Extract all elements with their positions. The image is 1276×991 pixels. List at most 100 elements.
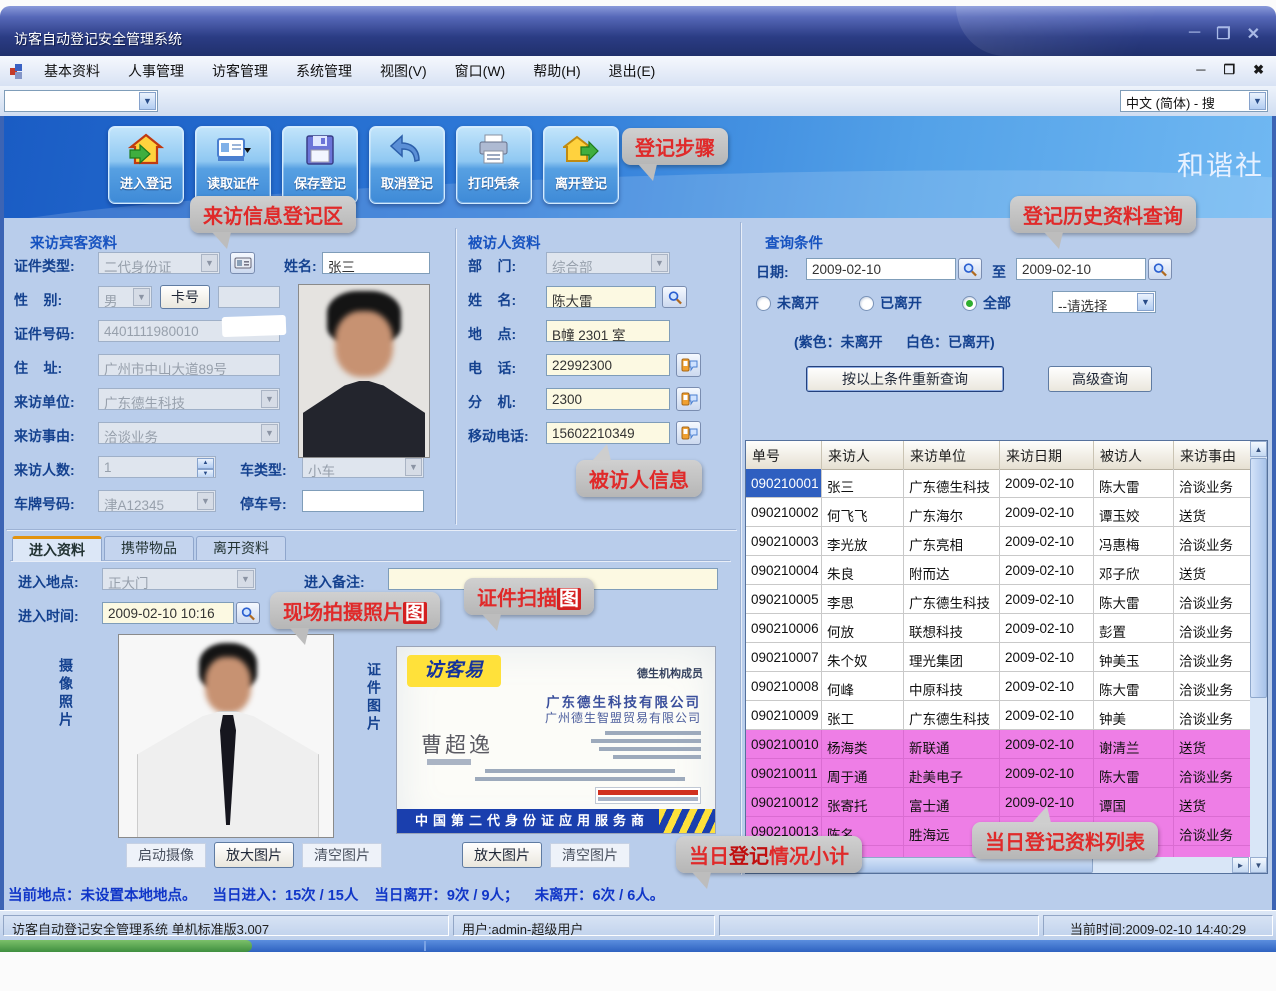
- start-camera-button[interactable]: 启动摄像: [126, 843, 206, 868]
- visitor-name-input[interactable]: 张三: [322, 252, 430, 274]
- table-cell[interactable]: 张寄托: [822, 788, 904, 817]
- ext-input[interactable]: 2300: [546, 388, 670, 410]
- table-cell[interactable]: 陈大雷: [1094, 672, 1174, 701]
- table-cell[interactable]: 2009-02-10: [1000, 585, 1094, 614]
- visitor-count-stepper[interactable]: 1▲▼: [98, 456, 216, 478]
- table-row[interactable]: 090210011周于通赴美电子2009-02-10陈大雷洽谈业务: [746, 759, 1252, 788]
- table-cell[interactable]: 090210006: [746, 614, 822, 643]
- cert-type-combo[interactable]: 二代身份证▼: [98, 252, 220, 274]
- table-cell[interactable]: 2009-02-10: [1000, 759, 1094, 788]
- table-cell[interactable]: 何飞飞: [822, 498, 904, 527]
- table-cell[interactable]: 090210007: [746, 643, 822, 672]
- table-cell[interactable]: 谭玉姣: [1094, 498, 1174, 527]
- zoom-photo-button[interactable]: 放大图片: [214, 842, 294, 868]
- call-phone-button[interactable]: [676, 353, 701, 377]
- toolbar-button-读取证件[interactable]: 读取证件: [195, 126, 271, 204]
- search-person-button[interactable]: [662, 286, 687, 308]
- table-cell[interactable]: 090210012: [746, 788, 822, 817]
- table-cell[interactable]: 090210002: [746, 498, 822, 527]
- date-to-picker-button[interactable]: [1148, 258, 1172, 280]
- table-cell[interactable]: 邓子欣: [1094, 556, 1174, 585]
- scroll-thumb[interactable]: [1250, 458, 1267, 698]
- menu-item[interactable]: 帮助(H): [519, 61, 594, 81]
- table-cell[interactable]: 洽谈业务: [1174, 527, 1252, 556]
- table-cell[interactable]: 冯惠梅: [1094, 527, 1174, 556]
- table-cell[interactable]: 杨海类: [822, 730, 904, 759]
- date-to-input[interactable]: 2009-02-10: [1016, 258, 1146, 280]
- toolbar-button-保存登记[interactable]: 保存登记: [282, 126, 358, 204]
- table-cell[interactable]: 2009-02-10: [1000, 614, 1094, 643]
- table-cell[interactable]: 周于通: [822, 759, 904, 788]
- menu-item[interactable]: 视图(V): [366, 61, 441, 81]
- parking-no-input[interactable]: [302, 490, 424, 512]
- table-cell[interactable]: 广东海尔: [904, 498, 1000, 527]
- entry-time-picker-button[interactable]: [236, 602, 260, 624]
- table-cell[interactable]: 090210009: [746, 701, 822, 730]
- table-cell[interactable]: 何峰: [822, 672, 904, 701]
- call-ext-button[interactable]: [676, 387, 701, 411]
- table-cell[interactable]: 广东德生科技: [904, 701, 1000, 730]
- table-cell[interactable]: 广东亮相: [904, 527, 1000, 556]
- table-cell[interactable]: 李光放: [822, 527, 904, 556]
- chevron-down-icon[interactable]: ▼: [1137, 293, 1154, 311]
- table-row[interactable]: 090210012张寄托富士通2009-02-10谭国送货: [746, 788, 1252, 817]
- table-cell[interactable]: 2009-02-10: [1000, 469, 1094, 498]
- quick-combo[interactable]: ▼: [4, 90, 158, 112]
- address-input[interactable]: 广州市中山大道89号: [98, 354, 280, 376]
- scroll-right-icon[interactable]: ►: [1232, 857, 1249, 873]
- zoom-card-button[interactable]: 放大图片: [462, 842, 542, 868]
- table-row[interactable]: 090210004朱良附而达2009-02-10邓子欣送货: [746, 556, 1252, 585]
- table-cell[interactable]: 洽谈业务: [1174, 817, 1252, 846]
- radio-已离开[interactable]: 已离开: [859, 293, 922, 313]
- table-cell[interactable]: 钟美: [1094, 701, 1174, 730]
- table-cell[interactable]: 送货: [1174, 730, 1252, 759]
- card-reader-button[interactable]: [230, 252, 255, 274]
- table-cell[interactable]: 2009-02-10: [1000, 701, 1094, 730]
- table-cell[interactable]: 洽谈业务: [1174, 672, 1252, 701]
- menu-item[interactable]: 基本资料: [30, 61, 114, 81]
- dept-combo[interactable]: 综合部▼: [546, 252, 670, 274]
- gender-combo[interactable]: 男▼: [98, 286, 152, 308]
- table-cell[interactable]: 洽谈业务: [1174, 614, 1252, 643]
- table-cell[interactable]: 朱良: [822, 556, 904, 585]
- table-cell[interactable]: 广东德生科技: [904, 585, 1000, 614]
- scroll-up-icon[interactable]: ▲: [1250, 441, 1267, 457]
- table-cell[interactable]: 2009-02-10: [1000, 498, 1094, 527]
- menu-item[interactable]: 退出(E): [595, 61, 670, 81]
- table-cell[interactable]: 送货: [1174, 498, 1252, 527]
- chevron-down-icon[interactable]: ▼: [1249, 92, 1266, 110]
- table-cell[interactable]: 张三: [822, 469, 904, 498]
- visit-reason-combo[interactable]: 洽谈业务▼: [98, 422, 280, 444]
- table-cell[interactable]: 洽谈业务: [1174, 643, 1252, 672]
- table-cell[interactable]: 090210004: [746, 556, 822, 585]
- requery-button[interactable]: 按以上条件重新查询: [806, 366, 1004, 392]
- table-cell[interactable]: 富士通: [904, 788, 1000, 817]
- date-from-input[interactable]: 2009-02-10: [806, 258, 956, 280]
- table-cell[interactable]: 彭置: [1094, 614, 1174, 643]
- table-cell[interactable]: 2009-02-10: [1000, 672, 1094, 701]
- entry-time-input[interactable]: 2009-02-10 10:16: [102, 602, 234, 624]
- table-cell[interactable]: 广东德生科技: [904, 469, 1000, 498]
- table-cell[interactable]: 洽谈业务: [1174, 701, 1252, 730]
- toolbar-button-离开登记[interactable]: 离开登记: [543, 126, 619, 204]
- table-row[interactable]: 090210003李光放广东亮相2009-02-10冯惠梅洽谈业务: [746, 527, 1252, 556]
- table-row[interactable]: 090210002何飞飞广东海尔2009-02-10谭玉姣送货: [746, 498, 1252, 527]
- radio-未离开[interactable]: 未离开: [756, 293, 819, 313]
- table-cell[interactable]: 朱个奴: [822, 643, 904, 672]
- location-input[interactable]: B幢 2301 室: [546, 320, 670, 342]
- table-cell[interactable]: 2009-02-10: [1000, 556, 1094, 585]
- menu-item[interactable]: 人事管理: [114, 61, 198, 81]
- table-cell[interactable]: 陈大雷: [1094, 585, 1174, 614]
- table-cell[interactable]: 090210003: [746, 527, 822, 556]
- table-row[interactable]: 090210006何放联想科技2009-02-10彭置洽谈业务: [746, 614, 1252, 643]
- toolbar-button-打印凭条[interactable]: 打印凭条: [456, 126, 532, 204]
- table-cell[interactable]: 张工: [822, 701, 904, 730]
- table-cell[interactable]: 赴美电子: [904, 759, 1000, 788]
- visit-unit-combo[interactable]: 广东德生科技▼: [98, 388, 280, 410]
- entry-place-combo[interactable]: 正大门▼: [102, 568, 256, 590]
- table-cell[interactable]: 理光集团: [904, 643, 1000, 672]
- table-cell[interactable]: 洽谈业务: [1174, 469, 1252, 498]
- phone-input[interactable]: 22992300: [546, 354, 670, 376]
- tab-leave-info[interactable]: 离开资料: [196, 536, 286, 561]
- table-cell[interactable]: 送货: [1174, 556, 1252, 585]
